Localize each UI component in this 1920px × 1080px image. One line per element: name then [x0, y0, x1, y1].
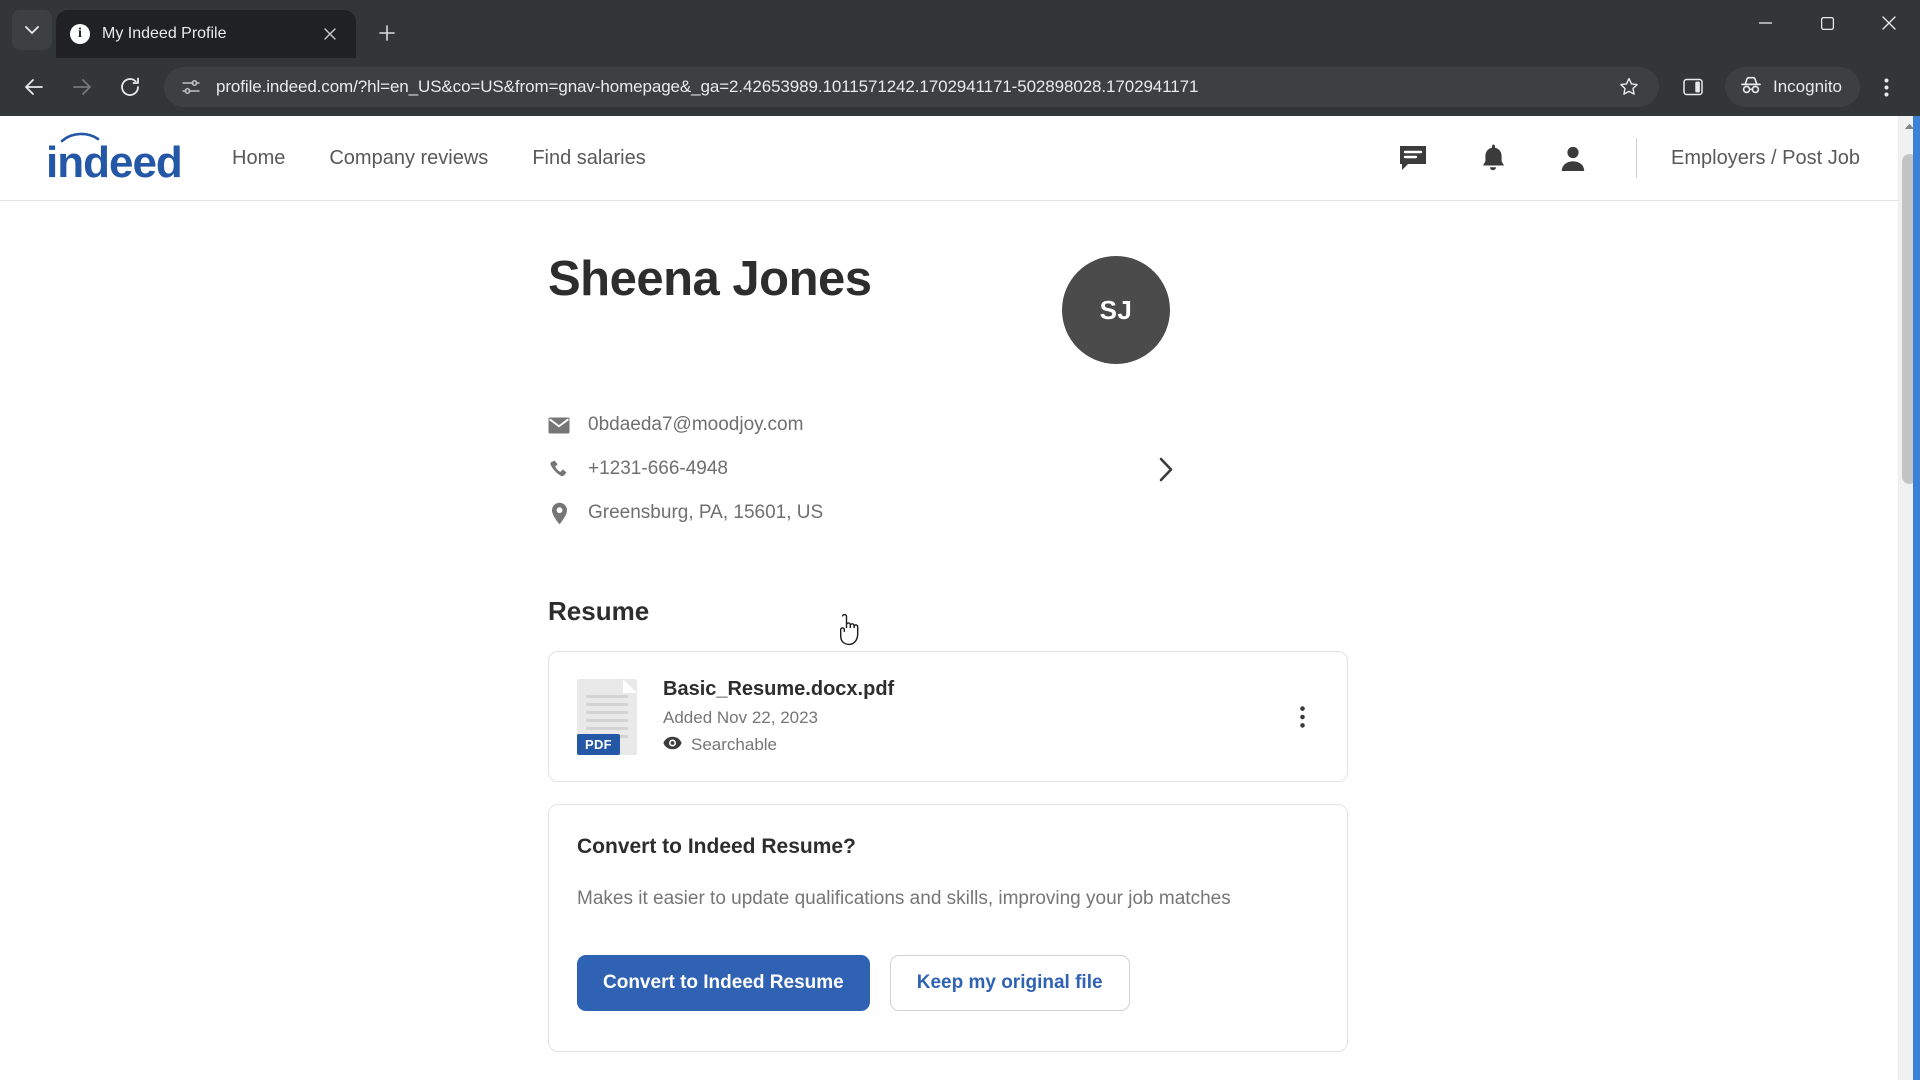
resume-added-date: Added Nov 22, 2023 [663, 708, 819, 727]
svg-text:indeed: indeed [46, 138, 182, 185]
convert-to-indeed-resume-button[interactable]: Convert to Indeed Resume [577, 954, 870, 1011]
nav-item-home[interactable]: Home [232, 147, 285, 170]
incognito-icon [1739, 75, 1763, 100]
forward-arrow-icon[interactable] [60, 65, 104, 109]
email-icon [548, 414, 570, 436]
window-focus-edge [1913, 116, 1920, 1080]
notifications-bell-icon[interactable] [1476, 141, 1510, 175]
avatar[interactable]: SJ [1062, 256, 1170, 364]
page-viewport: indeed Home Company reviews Find salarie… [0, 116, 1920, 1080]
url-text: profile.indeed.com/?hl=en_US&co=US&from=… [216, 77, 1199, 96]
convert-resume-card: Convert to Indeed Resume? Makes it easie… [548, 804, 1348, 1052]
employers-post-job-link[interactable]: Employers / Post Job [1671, 147, 1860, 170]
profile-header: Sheena Jones SJ [548, 201, 1348, 364]
resume-file-card[interactable]: PDF Basic_Resume.docx.pdf Added Nov 22, … [548, 651, 1348, 782]
chevron-down-icon [25, 25, 39, 34]
convert-card-title: Convert to Indeed Resume? [577, 835, 856, 858]
contact-row-location: Greensburg, PA, 15601, US [548, 502, 823, 524]
info-circle-icon: i [70, 24, 90, 44]
window-controls [1734, 0, 1920, 58]
resume-searchable-status: Searchable [663, 735, 894, 755]
convert-card-actions: Convert to Indeed Resume Keep my origina… [577, 954, 1319, 1011]
page-title: Sheena Jones [548, 252, 872, 306]
star-icon[interactable] [1607, 65, 1651, 109]
account-person-icon[interactable] [1556, 141, 1590, 175]
tab-strip: i My Indeed Profile [0, 0, 1920, 58]
close-icon[interactable] [318, 22, 342, 46]
resume-file-name: Basic_Resume.docx.pdf [663, 678, 895, 700]
location-pin-icon [548, 502, 570, 524]
back-arrow-icon[interactable] [12, 65, 56, 109]
indeed-logo[interactable]: indeed [38, 131, 190, 185]
tab-search-button[interactable] [12, 10, 52, 50]
nav-item-find-salaries[interactable]: Find salaries [532, 147, 645, 170]
window-close-icon[interactable] [1858, 0, 1920, 46]
kebab-menu-icon[interactable] [1285, 700, 1319, 734]
resume-section-title: Resume [548, 596, 650, 626]
eye-icon [663, 735, 682, 755]
phone-icon [548, 458, 570, 480]
maximize-icon[interactable] [1796, 0, 1858, 46]
address-bar[interactable]: profile.indeed.com/?hl=en_US&co=US&from=… [164, 67, 1659, 107]
browser-window: i My Indeed Profile profile.indeed.com/?… [0, 0, 1920, 1080]
indeed-profile-page: indeed Home Company reviews Find salarie… [0, 116, 1898, 1080]
contact-location-value: Greensburg, PA, 15601, US [588, 502, 824, 523]
site-settings-icon[interactable] [178, 74, 204, 100]
incognito-indicator[interactable]: Incognito [1725, 67, 1860, 107]
site-header-actions: Employers / Post Job [1396, 138, 1860, 178]
pdf-format-badge: PDF [577, 733, 620, 755]
messages-icon[interactable] [1396, 141, 1430, 175]
contact-row-email: 0bdaeda7@moodjoy.com [548, 414, 823, 436]
browser-toolbar: profile.indeed.com/?hl=en_US&co=US&from=… [0, 58, 1920, 116]
searchable-label: Searchable [691, 735, 778, 754]
tab-title: My Indeed Profile [102, 25, 227, 42]
contact-email-value: 0bdaeda7@moodjoy.com [588, 414, 804, 435]
site-header: indeed Home Company reviews Find salarie… [0, 116, 1898, 201]
keep-original-file-button[interactable]: Keep my original file [889, 954, 1130, 1011]
new-tab-button[interactable] [368, 14, 406, 52]
site-nav: Home Company reviews Find salaries [232, 147, 646, 170]
incognito-label: Incognito [1773, 77, 1842, 96]
reload-icon[interactable] [108, 65, 152, 109]
minimize-icon[interactable] [1734, 0, 1796, 46]
browser-tab[interactable]: i My Indeed Profile [56, 10, 356, 58]
three-dot-menu-icon[interactable] [1864, 65, 1908, 109]
profile-content: Sheena Jones SJ 0bdaeda7@moodjoy.com +12… [0, 201, 1898, 1052]
nav-item-company-reviews[interactable]: Company reviews [329, 147, 488, 170]
contact-row-phone: +1231-666-4948 [548, 458, 823, 480]
chevron-right-icon[interactable] [1159, 457, 1174, 482]
pdf-file-icon: PDF [577, 678, 637, 755]
contact-info-section[interactable]: 0bdaeda7@moodjoy.com +1231-666-4948 Gree… [548, 414, 1348, 524]
side-panel-icon[interactable] [1671, 65, 1715, 109]
contact-phone-value: +1231-666-4948 [588, 458, 728, 479]
convert-card-description: Makes it easier to update qualifications… [577, 888, 1231, 909]
header-divider [1636, 138, 1638, 178]
